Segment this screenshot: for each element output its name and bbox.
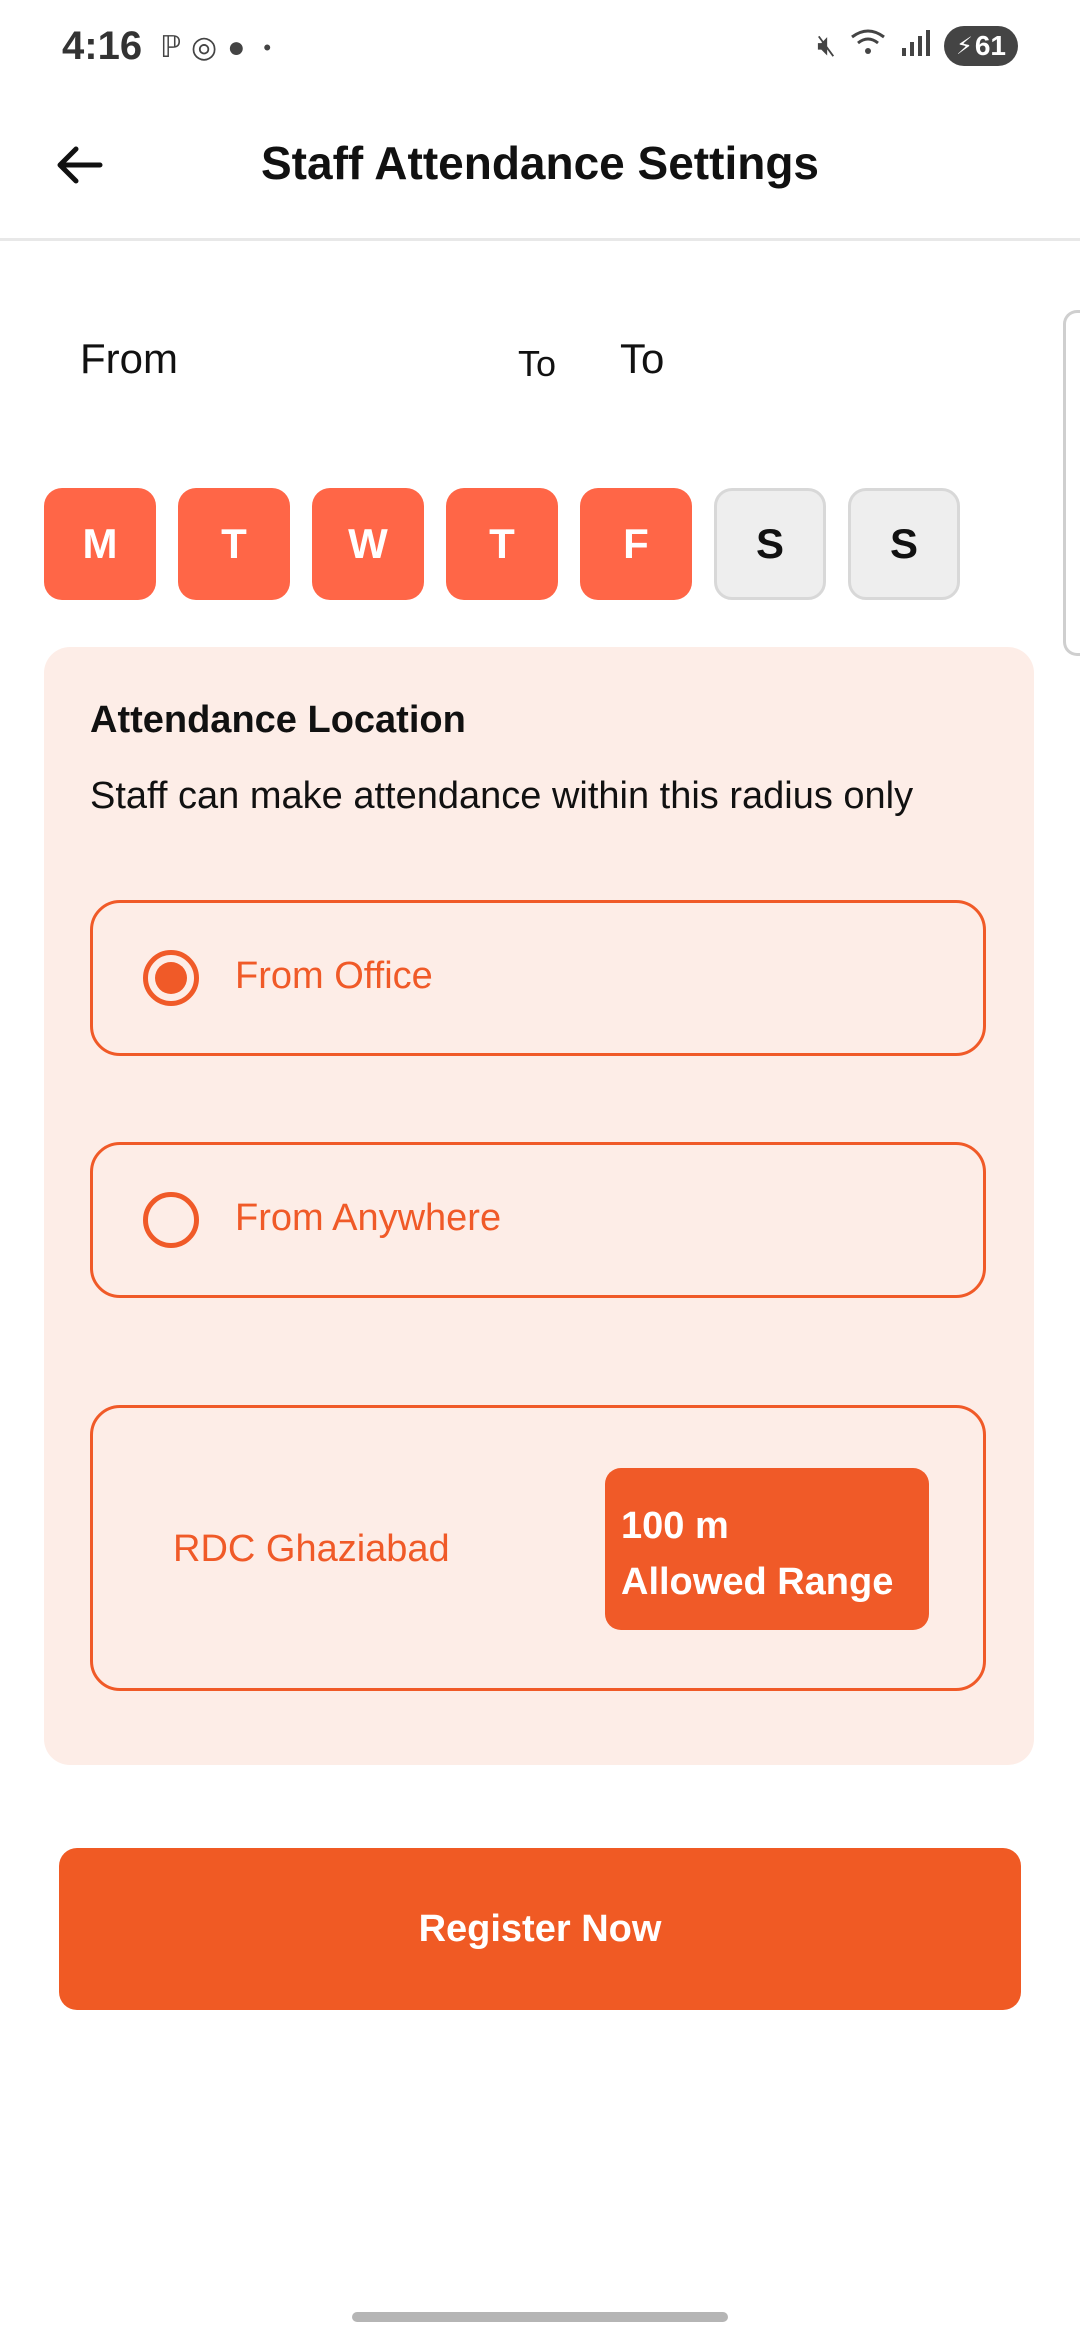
- day-chip-sunday[interactable]: S: [848, 488, 960, 600]
- chat-icon: ●: [227, 30, 246, 64]
- mute-icon: 🔇︎: [817, 29, 836, 62]
- whatsapp-icon: ◎: [191, 31, 218, 64]
- option-label: From Anywhere: [235, 1197, 502, 1239]
- side-panel-handle[interactable]: [1063, 310, 1080, 656]
- charging-icon: ⚡︎: [955, 32, 973, 60]
- day-chip-friday[interactable]: F: [580, 488, 692, 600]
- allowed-range-badge[interactable]: 100 m Allowed Range: [605, 1468, 929, 1630]
- wifi-icon: [850, 27, 886, 65]
- page-title: Staff Attendance Settings: [260, 137, 820, 189]
- radio-unselected-icon[interactable]: [143, 1192, 199, 1248]
- option-from-office[interactable]: From Office: [90, 900, 986, 1056]
- day-chip-tuesday[interactable]: T: [178, 488, 290, 600]
- card-title: Attendance Location: [90, 699, 466, 741]
- pay-icon: ℙ: [160, 31, 182, 64]
- more-notifications-icon: •: [263, 34, 272, 60]
- range-label: Allowed Range: [621, 1561, 894, 1603]
- to-time-field[interactable]: To: [620, 335, 664, 383]
- battery-icon: ⚡︎ 61: [944, 26, 1018, 66]
- battery-level: 61: [974, 30, 1006, 61]
- day-chip-thursday[interactable]: T: [446, 488, 558, 600]
- day-chip-wednesday[interactable]: W: [312, 488, 424, 600]
- range-value: 100 m: [621, 1505, 729, 1547]
- option-label: From Office: [235, 955, 433, 997]
- signal-icon: [900, 28, 930, 64]
- location-entry[interactable]: RDC Ghaziabad 100 m Allowed Range: [90, 1405, 986, 1691]
- attendance-location-card: Attendance Location Staff can make atten…: [44, 647, 1034, 1765]
- status-system-icons: 🔇︎ ⚡︎ 61: [817, 26, 1018, 66]
- location-name: RDC Ghaziabad: [173, 1528, 450, 1570]
- day-chip-saturday[interactable]: S: [714, 488, 826, 600]
- from-time-field[interactable]: From: [80, 335, 178, 383]
- status-bar: 4:16 ℙ ◎ ● • 🔇︎ ⚡︎ 61: [0, 0, 1080, 100]
- radio-dot: [155, 962, 187, 994]
- time-range-row: From To To: [0, 335, 1080, 395]
- card-subtitle: Staff can make attendance within this ra…: [90, 775, 914, 817]
- weekday-selector: M T W T F S S: [44, 488, 960, 600]
- status-time: 4:16: [62, 24, 143, 68]
- app-header: Staff Attendance Settings: [0, 100, 1080, 241]
- status-notification-icons: ℙ ◎ ● •: [160, 30, 271, 65]
- register-now-button[interactable]: Register Now: [59, 1848, 1021, 2010]
- screen: 4:16 ℙ ◎ ● • 🔇︎ ⚡︎ 61 Staff Attendance S…: [0, 0, 1080, 2340]
- option-from-anywhere[interactable]: From Anywhere: [90, 1142, 986, 1298]
- radio-selected-icon[interactable]: [143, 950, 199, 1006]
- day-chip-monday[interactable]: M: [44, 488, 156, 600]
- to-separator: To: [518, 343, 557, 384]
- home-indicator[interactable]: [352, 2312, 728, 2322]
